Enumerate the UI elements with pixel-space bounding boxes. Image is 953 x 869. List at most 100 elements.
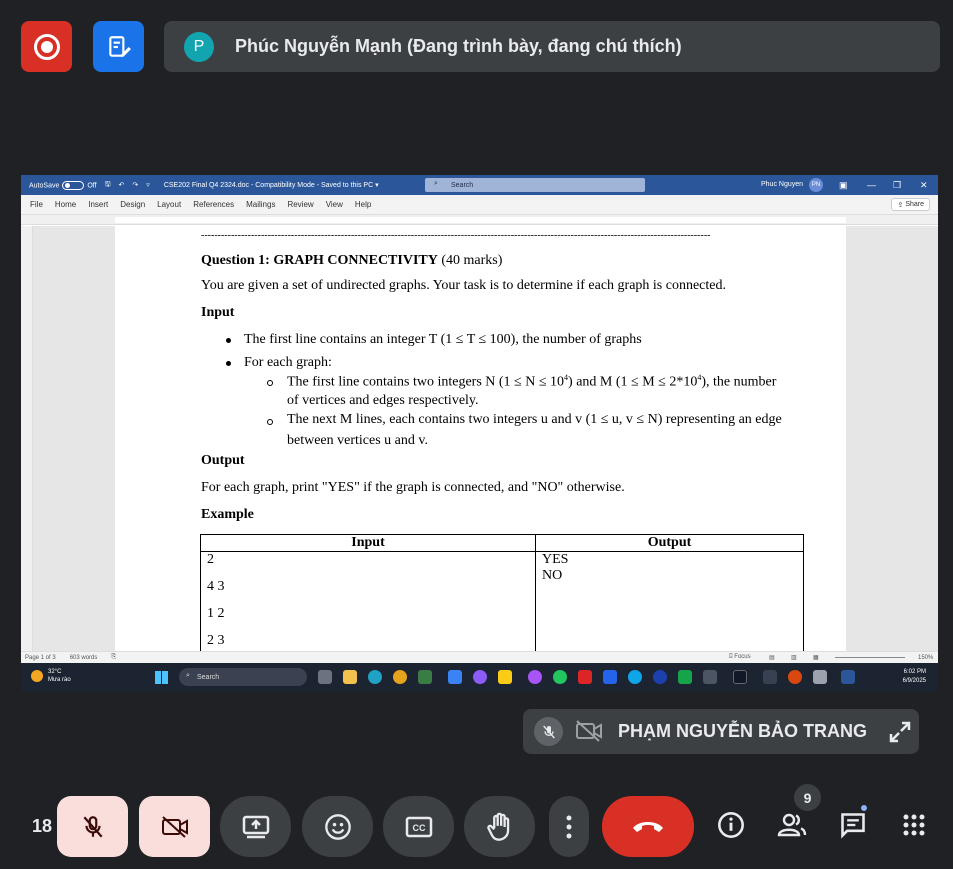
proofing-icon[interactable]: ⎘ xyxy=(111,654,116,661)
chrome-profile-icon[interactable] xyxy=(553,670,567,684)
input-bullet-2: For each graph: xyxy=(244,355,332,370)
messenger-icon[interactable] xyxy=(528,670,542,684)
horizontal-ruler[interactable] xyxy=(21,215,938,225)
app-icon[interactable] xyxy=(653,670,667,684)
taskbar-search[interactable]: ⌕ Search xyxy=(179,668,307,686)
tab-file[interactable]: File xyxy=(30,200,43,209)
word-icon[interactable] xyxy=(841,670,855,684)
chat-button[interactable] xyxy=(836,808,870,842)
chrome-profile-icon[interactable] xyxy=(628,670,642,684)
shared-screen: AutoSave Off 🖫 ↶ ↷ ▿ CSE202 Final Q4 2324… xyxy=(21,175,938,692)
participant-tile[interactable]: PHẠM NGUYỄN BẢO TRANG xyxy=(523,709,919,754)
input-line: 4 3 xyxy=(207,579,225,594)
ribbon-display-icon[interactable]: ▣ xyxy=(839,180,848,191)
tab-review[interactable]: Review xyxy=(287,200,313,209)
mic-off-icon xyxy=(83,815,102,837)
activities-button[interactable] xyxy=(897,808,931,842)
document-page[interactable]: ----------------------------------------… xyxy=(115,226,846,662)
raise-hand-button[interactable] xyxy=(464,796,535,857)
qat-more-icon[interactable]: ▿ xyxy=(146,181,150,189)
app-icon[interactable] xyxy=(703,670,717,684)
weather-widget[interactable]: 32°C Mưa rào xyxy=(31,668,71,684)
app-icon[interactable] xyxy=(813,670,827,684)
document-title: CSE202 Final Q4 2324.doc - Compatibility… xyxy=(163,182,379,189)
separator-line: ----------------------------------------… xyxy=(201,230,711,241)
sticky-notes-icon[interactable] xyxy=(498,670,512,684)
share-button[interactable]: ⇪ Share xyxy=(891,198,930,211)
participant-count-label: 18 xyxy=(32,816,53,836)
pycharm-icon[interactable] xyxy=(678,670,692,684)
tab-design[interactable]: Design xyxy=(120,200,145,209)
tab-view[interactable]: View xyxy=(326,200,343,209)
mic-toggle-button[interactable] xyxy=(57,796,128,857)
leave-call-button[interactable] xyxy=(602,796,694,857)
autosave-toggle[interactable]: AutoSave Off xyxy=(29,180,97,190)
minimize-icon[interactable]: — xyxy=(867,180,876,190)
vertical-ruler[interactable] xyxy=(21,226,33,651)
tab-insert[interactable]: Insert xyxy=(88,200,108,209)
document-canvas[interactable]: ----------------------------------------… xyxy=(21,226,938,662)
chrome-icon[interactable] xyxy=(393,670,407,684)
calculator-icon[interactable] xyxy=(763,670,777,684)
tab-home[interactable]: Home xyxy=(55,200,76,209)
user-avatar[interactable]: PN xyxy=(809,178,823,192)
taskbar-clock[interactable]: 6:02 PM 6/9/2025 xyxy=(903,668,926,686)
tab-mailings[interactable]: Mailings xyxy=(246,200,275,209)
example-heading: Example xyxy=(201,507,254,522)
example-input-cell: 2 4 3 1 2 2 3 xyxy=(200,551,536,662)
chrome-profile-icon[interactable] xyxy=(473,670,487,684)
output-line: YES xyxy=(542,552,569,567)
file-explorer-icon[interactable] xyxy=(343,670,357,684)
emoji-icon xyxy=(324,813,351,840)
app-icon[interactable] xyxy=(578,670,592,684)
annotation-button[interactable] xyxy=(93,21,144,72)
user-name: Phuc Nguyen xyxy=(761,181,804,188)
meeting-details-button[interactable] xyxy=(714,808,748,842)
info-icon xyxy=(718,812,744,838)
annotate-icon xyxy=(108,35,131,57)
zoom-slider[interactable] xyxy=(835,657,905,658)
read-mode-icon[interactable]: ▤ xyxy=(769,654,775,661)
close-icon[interactable]: ✕ xyxy=(920,180,928,191)
input-bullet-1: The first line contains an integer T (1 … xyxy=(244,332,642,347)
app-icon[interactable] xyxy=(418,670,432,684)
page-count[interactable]: Page 1 of 3 xyxy=(25,655,56,661)
camera-toggle-button[interactable] xyxy=(139,796,210,857)
photos-icon[interactable] xyxy=(603,670,617,684)
save-icon[interactable]: 🖫 xyxy=(105,180,111,191)
powerpoint-icon[interactable] xyxy=(788,670,802,684)
windows-start-icon[interactable] xyxy=(155,671,168,684)
undo-icon[interactable]: ↶ xyxy=(119,181,125,189)
search-icon: ⌕ xyxy=(434,180,438,187)
word-count[interactable]: 603 words xyxy=(70,655,98,661)
captions-button[interactable]: CC xyxy=(383,796,454,857)
notepad-icon[interactable] xyxy=(448,670,462,684)
tab-references[interactable]: References xyxy=(193,200,234,209)
terminal-icon[interactable] xyxy=(733,670,747,684)
print-layout-icon[interactable]: ▥ xyxy=(791,654,797,661)
input-heading: Input xyxy=(201,305,235,320)
more-options-button[interactable] xyxy=(549,796,589,857)
chat-icon xyxy=(841,813,865,839)
word-title-bar: AutoSave Off 🖫 ↶ ↷ ▿ CSE202 Final Q4 2324… xyxy=(21,175,938,195)
search-input[interactable]: ⌕ Search xyxy=(425,178,645,192)
tab-help[interactable]: Help xyxy=(355,200,371,209)
present-screen-button[interactable] xyxy=(220,796,291,857)
zoom-level[interactable]: 150% xyxy=(918,655,933,661)
restore-icon[interactable]: ❐ xyxy=(893,180,901,191)
edge-icon[interactable] xyxy=(368,670,382,684)
expand-icon[interactable] xyxy=(888,720,912,744)
table-row: 2 4 3 1 2 2 3 YES NO xyxy=(200,551,804,662)
web-layout-icon[interactable]: ▦ xyxy=(813,654,819,661)
people-count-badge: 9 xyxy=(794,784,821,811)
task-view-icon[interactable] xyxy=(318,670,332,684)
reactions-button[interactable] xyxy=(302,796,373,857)
recording-button[interactable] xyxy=(21,21,72,72)
tab-layout[interactable]: Layout xyxy=(157,200,181,209)
focus-button[interactable]: ⌼ Focus xyxy=(729,654,751,661)
redo-icon[interactable]: ↷ xyxy=(132,181,138,189)
people-button[interactable] xyxy=(775,808,809,842)
svg-text:CC: CC xyxy=(412,823,425,833)
hang-up-icon xyxy=(633,821,663,832)
sub-bullet-circle xyxy=(267,419,273,425)
